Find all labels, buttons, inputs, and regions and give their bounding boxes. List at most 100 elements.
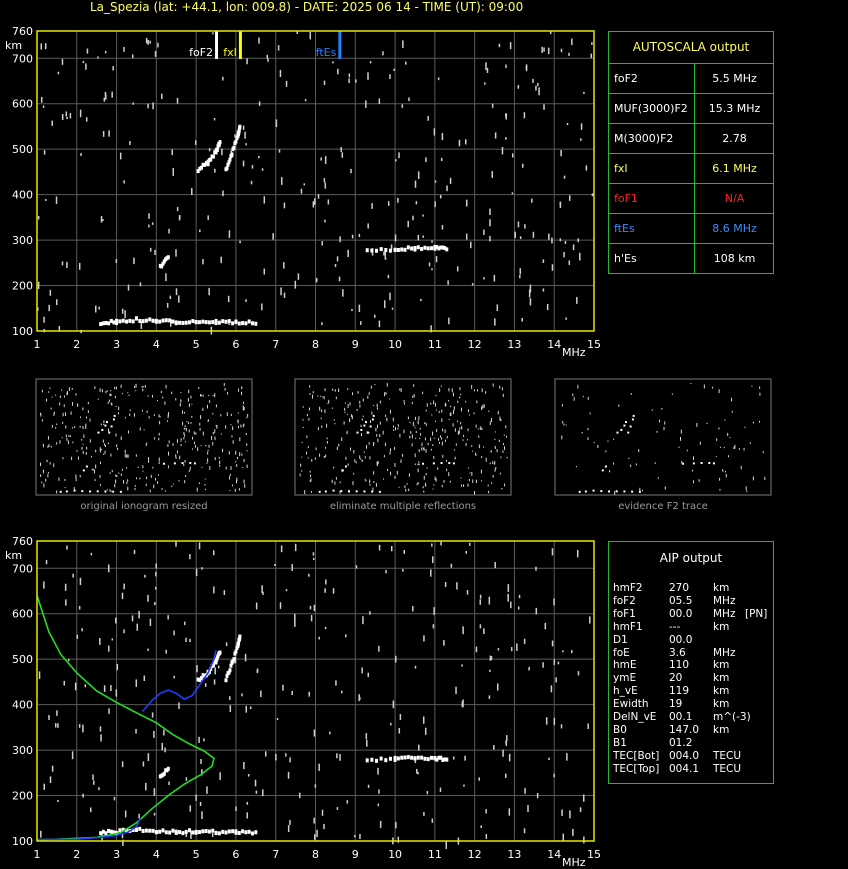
thumbnail-noise [239, 452, 241, 457]
thumbnail-noise [107, 442, 109, 445]
bottom-chart-noise [189, 638, 191, 643]
bottom-chart-trace-point [158, 829, 162, 834]
thumbnail-noise [443, 480, 445, 483]
bottom-chart-noise [276, 718, 279, 721]
bottom-chart-noise [329, 731, 331, 735]
thumbnail-noise [214, 436, 216, 441]
thumbnail-noise [498, 439, 500, 443]
bottom-chart-noise [312, 557, 315, 561]
thumbnail-noise [727, 432, 729, 437]
thumbnail-trace-point [629, 425, 632, 428]
top-chart-noise [119, 152, 122, 160]
autoscala-value: 15.3 MHz [694, 94, 774, 124]
thumbnail-noise [95, 449, 97, 453]
thumbnail-noise [463, 484, 465, 487]
thumbnail-trace-point [110, 425, 113, 428]
top-chart-noise [317, 194, 320, 199]
top-chart-noise [437, 77, 440, 81]
top-chart-trace-point [393, 247, 397, 252]
thumbnail-noise [148, 457, 150, 461]
bottom-chart-noise [465, 551, 467, 554]
bottom-chart-trace-point [228, 668, 232, 673]
thumbnail-noise [338, 443, 340, 447]
bottom-chart-trace-point [211, 828, 215, 833]
top-chart-noise [580, 138, 582, 141]
top-chart-xtick-label: 8 [312, 338, 319, 351]
bottom-chart-xtick-label: 9 [352, 848, 359, 861]
thumbnail-noise [373, 481, 375, 483]
top-chart-noise [220, 256, 222, 264]
thumbnail-noise [414, 453, 416, 458]
top-chart-noise [441, 133, 444, 141]
bottom-chart-noise [412, 606, 414, 612]
bottom-chart-noise [479, 624, 482, 629]
bottom-chart-noise [440, 541, 442, 546]
bottom-chart-noise [551, 640, 554, 647]
bottom-chart-noise [74, 682, 77, 691]
thumbnail-noise [360, 458, 362, 460]
thumbnail-noise [156, 481, 158, 484]
thumbnail-trace-point [163, 462, 166, 465]
thumbnail-noise [422, 391, 424, 395]
thumbnail-trace-point [81, 490, 84, 493]
thumbnail-noise [308, 418, 310, 421]
bottom-chart-noise [576, 549, 579, 558]
thumbnail-noise [671, 393, 673, 395]
bottom-chart-noise [246, 801, 249, 805]
bottom-chart-noise [555, 677, 557, 683]
top-chart-noise [69, 113, 72, 119]
bottom-chart-noise [318, 636, 320, 640]
bottom-chart-noise [339, 754, 341, 761]
thumbnail-noise [187, 398, 189, 402]
bottom-chart-trace-point [241, 829, 245, 834]
thumbnail-noise [408, 488, 410, 492]
thumbnail-noise [199, 422, 201, 426]
top-chart-noise [585, 165, 588, 171]
thumbnail-noise [77, 456, 79, 460]
bottom-chart-trace-point [247, 829, 251, 834]
thumbnail-trace-point [620, 428, 623, 431]
bottom-chart-noise [57, 723, 59, 728]
aip-u: TECU [713, 762, 742, 775]
top-chart-noise [80, 153, 82, 156]
bottom-chart-noise [542, 662, 544, 668]
thumbnail-noise [94, 469, 96, 474]
thumbnail-noise [392, 417, 394, 422]
thumbnail-noise [426, 467, 428, 469]
thumbnail-noise [387, 468, 389, 471]
thumbnail-noise [110, 402, 112, 405]
thumbnail-noise [353, 450, 355, 454]
thumbnail-noise [369, 420, 371, 423]
top-chart-trace-point [154, 319, 158, 324]
thumbnail-trace-point [82, 469, 85, 472]
thumbnail-noise [183, 463, 185, 467]
thumbnail-noise [630, 393, 632, 395]
bottom-chart-noise [264, 751, 267, 757]
thumbnail-noise [200, 415, 202, 420]
bottom-chart-xtick-label: 5 [193, 848, 200, 861]
thumbnail-noise [184, 459, 186, 463]
bottom-chart-noise [111, 638, 114, 641]
bottom-chart-noise [571, 650, 573, 654]
thumbnail-noise [40, 474, 42, 477]
top-chart-noise [465, 233, 468, 240]
top-chart-trace-point [403, 247, 407, 252]
thumbnail-noise [565, 424, 567, 426]
thumbnail-trace-point [608, 490, 610, 493]
thumbnail-noise [343, 421, 345, 425]
thumbnail-noise [439, 388, 441, 393]
top-chart-noise [543, 104, 545, 110]
bottom-chart-noise [455, 686, 457, 695]
top-chart-marker-label: ftEs [316, 46, 337, 59]
autoscala-row: h'Es 108 km [609, 243, 773, 274]
thumbnail-noise [118, 406, 120, 411]
thumbnail-noise [605, 450, 607, 453]
thumbnail-noise [389, 409, 391, 414]
bottom-chart-noise [523, 638, 526, 644]
bottom-chart-noise [249, 706, 252, 710]
thumbnail-noise [335, 396, 337, 400]
thumbnail-noise [614, 490, 616, 495]
thumbnail-noise [103, 423, 105, 426]
thumbnail-trace-point [181, 462, 184, 465]
thumbnail-noise [440, 385, 442, 387]
